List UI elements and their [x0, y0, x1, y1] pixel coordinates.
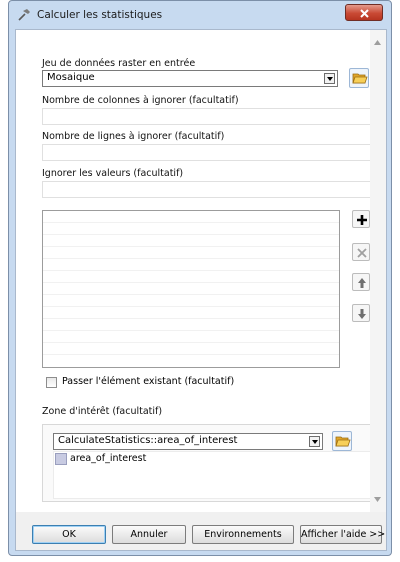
- show-help-button[interactable]: Afficher l'aide >>: [300, 525, 385, 544]
- list-item[interactable]: [43, 319, 339, 331]
- move-down-button[interactable]: [352, 304, 370, 322]
- scroll-down-icon[interactable]: [374, 497, 381, 502]
- zone-item-label: area_of_interest: [70, 453, 147, 464]
- scroll-up-icon[interactable]: [374, 40, 381, 45]
- skip-rows-label: Nombre de lignes à ignorer (facultatif): [42, 131, 225, 142]
- plus-icon: [357, 215, 367, 225]
- skip-columns-label: Nombre de colonnes à ignorer (facultatif…: [42, 95, 239, 106]
- zone-feature-list[interactable]: area_of_interest: [53, 451, 373, 499]
- zone-dropdown[interactable]: CalculateStatistics::area_of_interest: [53, 433, 323, 450]
- vertical-scrollbar[interactable]: [370, 30, 386, 512]
- close-button[interactable]: [345, 4, 383, 21]
- open-folder-icon: [352, 73, 368, 84]
- raster-dropdown-value: Mosaique: [47, 72, 95, 83]
- raster-dropdown[interactable]: Mosaique: [42, 70, 338, 87]
- tool-hammer-icon: [18, 9, 30, 21]
- list-item[interactable]: [43, 259, 339, 271]
- ignore-values-label: Ignorer les valeurs (facultatif): [42, 168, 184, 179]
- list-item[interactable]: [43, 283, 339, 295]
- open-folder-icon: [335, 436, 351, 447]
- polygon-symbol-icon: [55, 453, 67, 465]
- list-item[interactable]: [43, 331, 339, 343]
- dialog-client-area: Jeu de données raster en entrée Mosaique…: [15, 29, 387, 551]
- list-item[interactable]: [43, 223, 339, 235]
- list-item[interactable]: [43, 295, 339, 307]
- zone-label: Zone d'intérêt (facultatif): [42, 406, 163, 417]
- button-bar: OK Annuler Environnements Afficher l'aid…: [16, 512, 386, 550]
- browse-raster-button[interactable]: [349, 68, 369, 88]
- list-item[interactable]: [43, 235, 339, 247]
- arrow-down-icon: [358, 309, 366, 319]
- cancel-button[interactable]: Annuler: [112, 525, 186, 544]
- skip-columns-input[interactable]: 1: [42, 108, 380, 125]
- arrow-up-icon: [358, 278, 366, 288]
- skip-existing-checkbox[interactable]: [46, 377, 57, 388]
- dialog-window: Calculer les statistiques Jeu de données…: [8, 0, 392, 556]
- browse-zone-button[interactable]: [332, 431, 352, 451]
- remove-value-button[interactable]: [352, 243, 370, 261]
- x-icon: [357, 248, 367, 258]
- skip-rows-input[interactable]: 1: [42, 144, 380, 161]
- zone-dropdown-value: CalculateStatistics::area_of_interest: [58, 435, 238, 446]
- list-item[interactable]: [43, 247, 339, 259]
- title-bar[interactable]: Calculer les statistiques: [9, 1, 391, 29]
- window-title: Calculer les statistiques: [37, 9, 163, 21]
- chevron-down-icon[interactable]: [309, 436, 320, 447]
- list-item[interactable]: [43, 271, 339, 283]
- list-item[interactable]: [43, 211, 339, 223]
- parameters-panel: Jeu de données raster en entrée Mosaique…: [16, 30, 380, 512]
- move-up-button[interactable]: [352, 273, 370, 291]
- chevron-down-icon[interactable]: [324, 73, 335, 84]
- ignore-values-input[interactable]: [42, 181, 380, 198]
- ignore-values-list[interactable]: [42, 210, 340, 368]
- raster-label: Jeu de données raster en entrée: [42, 58, 196, 69]
- list-item[interactable]: [43, 343, 339, 355]
- close-icon: [360, 9, 369, 18]
- skip-existing-label: Passer l'élément existant (facultatif): [62, 376, 235, 387]
- zone-group: CalculateStatistics::area_of_interest ar…: [42, 424, 373, 502]
- ok-button[interactable]: OK: [32, 525, 106, 544]
- add-value-button[interactable]: [352, 210, 370, 228]
- environments-button[interactable]: Environnements: [192, 525, 294, 544]
- list-item[interactable]: [43, 307, 339, 319]
